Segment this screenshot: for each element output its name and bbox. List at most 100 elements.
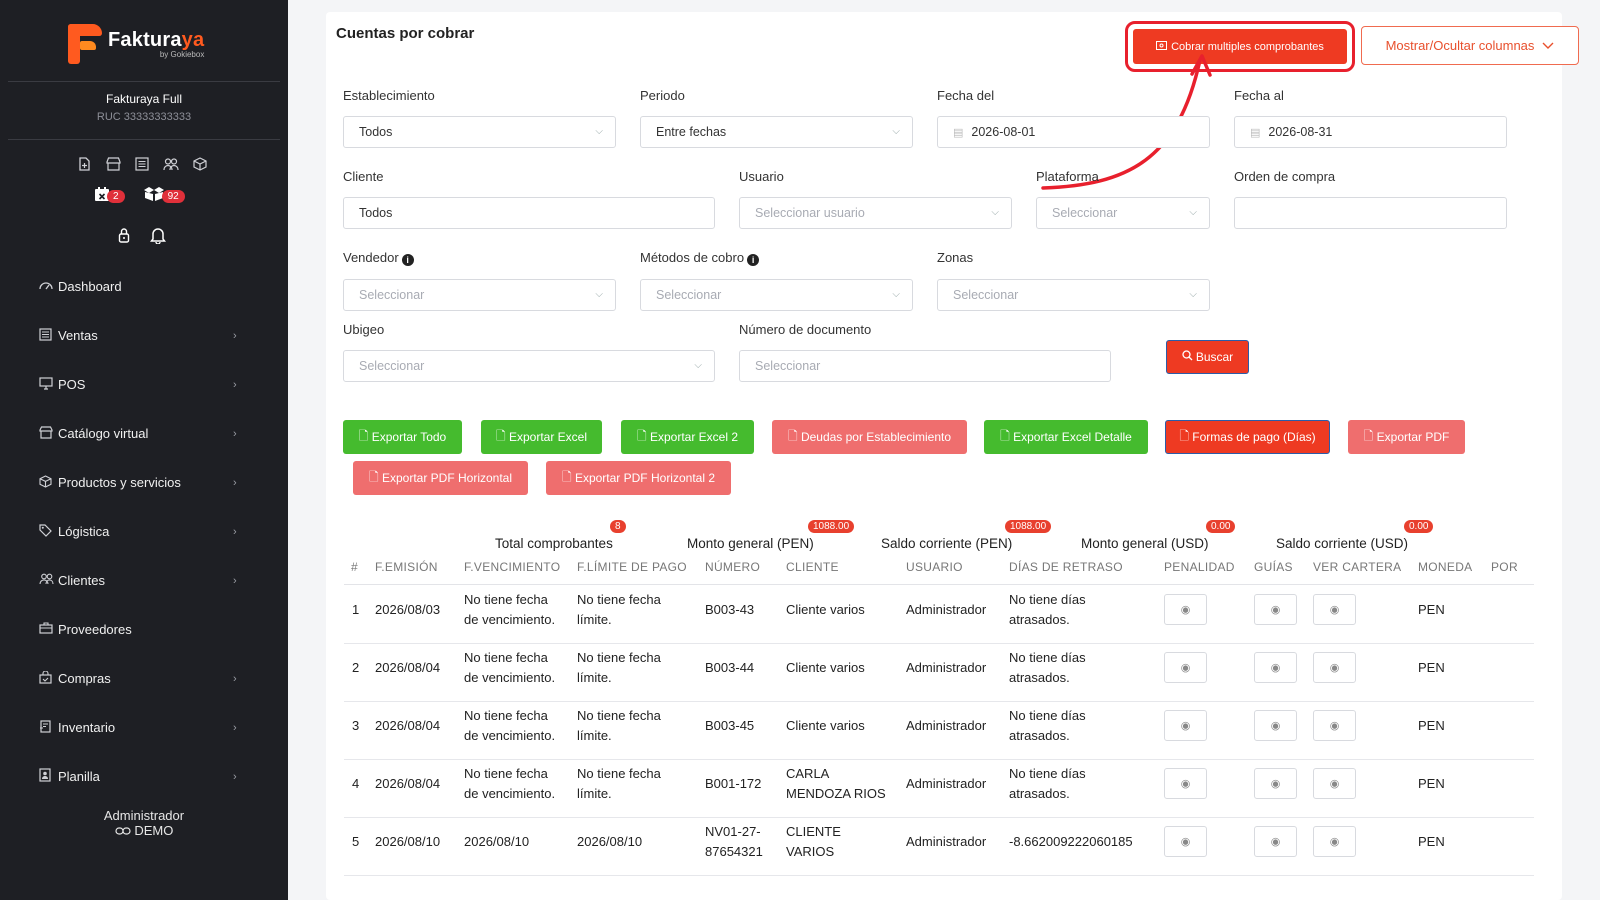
penalidad-view-button[interactable]: ◉ [1164, 594, 1207, 625]
new-document-icon[interactable] [76, 157, 92, 173]
sidebar-item-proveedores[interactable]: Proveedores [0, 605, 288, 654]
cobrar-multiples-button[interactable]: Cobrar multiples comprobantes [1133, 29, 1347, 64]
table-row[interactable]: 2 2026/08/04 No tiene fecha de vencimient… [344, 644, 1534, 702]
numero-documento[interactable]: B001-172 [705, 774, 761, 794]
zonas-label: Zonas [937, 250, 974, 265]
exportar-excel-detalle-button[interactable]: 🗋 Exportar Excel Detalle [984, 420, 1148, 454]
column-header[interactable]: CLIENTE [786, 560, 839, 574]
exportar-excel-2-button[interactable]: 🗋 Exportar Excel 2 [621, 420, 754, 454]
periodo-select[interactable]: Entre fechas ⌵ [640, 116, 913, 148]
numero-documento-select[interactable]: Seleccionar [739, 350, 1111, 382]
toggle-columns-button[interactable]: Mostrar/Ocultar columnas [1361, 26, 1579, 65]
sidebar-item-inventario[interactable]: Inventario › [0, 703, 288, 752]
plataforma-select[interactable]: Seleccionar ⌵ [1036, 197, 1210, 229]
info-icon[interactable]: i [747, 254, 760, 266]
bell-icon[interactable] [150, 227, 166, 248]
user-info[interactable]: Administrador DEMO [0, 808, 288, 838]
column-header[interactable]: USUARIO [906, 560, 963, 574]
exportar-pdf-horizontal-button[interactable]: 🗋 Exportar PDF Horizontal [353, 461, 528, 495]
sidebar-item-compras[interactable]: Compras › [0, 654, 288, 703]
column-header[interactable]: GUÍAS [1254, 560, 1293, 574]
column-header[interactable]: F.EMISIÓN [375, 560, 438, 574]
numero-documento[interactable]: NV01-27- 87654321 [705, 822, 763, 862]
moneda: PEN [1418, 718, 1445, 733]
stock-alert[interactable]: 92 [143, 186, 185, 206]
zonas-select[interactable]: Seleccionar ⌵ [937, 279, 1210, 311]
penalidad-view-button[interactable]: ◉ [1164, 710, 1207, 741]
table-row[interactable]: 3 2026/08/04 No tiene fecha de vencimient… [344, 702, 1534, 760]
vendedor-select[interactable]: Seleccionar ⌵ [343, 279, 616, 311]
sidebar-item-catalogo[interactable]: Catálogo virtual › [0, 409, 288, 458]
numero-documento-label: Número de documento [739, 322, 872, 337]
column-header[interactable]: PENALIDAD [1164, 560, 1235, 574]
column-header[interactable]: F.LÍMITE DE PAGO [577, 560, 687, 574]
ver-cartera-button[interactable]: ◉ [1313, 710, 1356, 741]
guias-view-button[interactable]: ◉ [1254, 826, 1297, 857]
exportar-excel-button[interactable]: 🗋 Exportar Excel [481, 420, 602, 454]
sidebar-item-pos[interactable]: POS › [0, 360, 288, 409]
numero-documento[interactable]: B003-45 [705, 716, 754, 736]
chevron-right-icon: › [233, 721, 237, 734]
ver-cartera-button[interactable]: ◉ [1313, 768, 1356, 799]
guias-view-button[interactable]: ◉ [1254, 594, 1297, 625]
row-number: 5 [352, 834, 360, 849]
column-header[interactable]: VER CARTERA [1313, 560, 1401, 574]
exportar-pdf-horizontal-2-button[interactable]: 🗋 Exportar PDF Horizontal 2 [546, 461, 731, 495]
buscar-button[interactable]: Buscar [1166, 340, 1249, 374]
formas-de-pago-button[interactable]: 🗋 Formas de pago (Días) [1165, 420, 1330, 454]
ver-cartera-button[interactable]: ◉ [1313, 652, 1356, 683]
sidebar-item-dashboard[interactable]: Dashboard [0, 262, 288, 311]
orden-compra-input[interactable] [1234, 197, 1507, 229]
info-icon[interactable]: i [401, 254, 414, 266]
cliente-input[interactable]: Todos [343, 197, 715, 229]
sidebar-item-productos[interactable]: Productos y servicios › [0, 458, 288, 507]
calendar-badge-count: 2 [107, 189, 125, 203]
sidebar-item-planilla[interactable]: Planilla › [0, 752, 288, 801]
lock-icon[interactable] [118, 227, 130, 248]
column-header[interactable]: NÚMERO [705, 560, 760, 574]
monto-general-usd-badge: 0.00 [1206, 520, 1236, 533]
column-header[interactable]: MONEDA [1418, 560, 1472, 574]
deudas-establecimiento-button[interactable]: 🗋 Deudas por Establecimiento [772, 420, 967, 454]
ver-cartera-button[interactable]: ◉ [1313, 594, 1356, 625]
sidebar-item-label: Proveedores [58, 622, 132, 637]
column-header[interactable]: F.VENCIMIENTO [464, 560, 560, 574]
guias-view-button[interactable]: ◉ [1254, 768, 1297, 799]
numero-documento[interactable]: B003-43 [705, 600, 754, 620]
fecha-del-input[interactable]: ▤ 2026-08-01 [937, 116, 1210, 148]
calendar-alert[interactable]: 2 [94, 186, 125, 206]
guias-view-button[interactable]: ◉ [1254, 710, 1297, 741]
ver-cartera-button[interactable]: ◉ [1313, 826, 1356, 857]
box-icon[interactable] [192, 157, 208, 173]
establecimiento-select[interactable]: Todos ⌵ [343, 116, 616, 148]
saldo-corriente-pen-label: Saldo corriente (PEN) [881, 536, 1013, 551]
sidebar-item-ventas[interactable]: Ventas › [0, 311, 288, 360]
table-row[interactable]: 5 2026/08/10 2026/08/10 2026/08/10 NV01-… [344, 818, 1534, 876]
ubigeo-select[interactable]: Seleccionar ⌵ [343, 350, 715, 382]
exportar-todo-button[interactable]: 🗋 Exportar Todo [343, 420, 462, 454]
cliente: CARLA MENDOZA RIOS [786, 766, 886, 801]
usuario-select[interactable]: Seleccionar usuario ⌵ [739, 197, 1012, 229]
exportar-pdf-button[interactable]: 🗋 Exportar PDF [1348, 420, 1465, 454]
numero-documento[interactable]: B003-44 [705, 658, 754, 678]
penalidad-view-button[interactable]: ◉ [1164, 768, 1207, 799]
metodos-cobro-select[interactable]: Seleccionar ⌵ [640, 279, 913, 311]
store-icon[interactable] [105, 157, 121, 173]
penalidad-view-button[interactable]: ◉ [1164, 652, 1207, 683]
column-header[interactable]: DÍAS DE RETRASO [1009, 560, 1123, 574]
company-ruc: RUC 33333333333 [96, 111, 192, 123]
penalidad-view-button[interactable]: ◉ [1164, 826, 1207, 857]
eye-icon: ◉ [1270, 662, 1281, 674]
sidebar-item-clientes[interactable]: Clientes › [0, 556, 288, 605]
fakturaya-logo[interactable]: Fakturaya by Gokiebox [68, 24, 204, 64]
table-row[interactable]: 4 2026/08/04 No tiene fecha de vencimient… [344, 760, 1534, 818]
column-header[interactable]: POR [1491, 560, 1518, 574]
users-icon[interactable] [163, 157, 179, 173]
guias-view-button[interactable]: ◉ [1254, 652, 1297, 683]
fecha-al-input[interactable]: ▤ 2026-08-31 [1234, 116, 1507, 148]
sidebar-item-logistica[interactable]: Lógistica › [0, 507, 288, 556]
stock-badge-count: 92 [161, 189, 185, 203]
list-icon[interactable] [134, 157, 150, 173]
table-row[interactable]: 1 2026/08/03 No tiene fecha de vencimient… [344, 586, 1534, 644]
cliente-label: Cliente [343, 169, 384, 184]
